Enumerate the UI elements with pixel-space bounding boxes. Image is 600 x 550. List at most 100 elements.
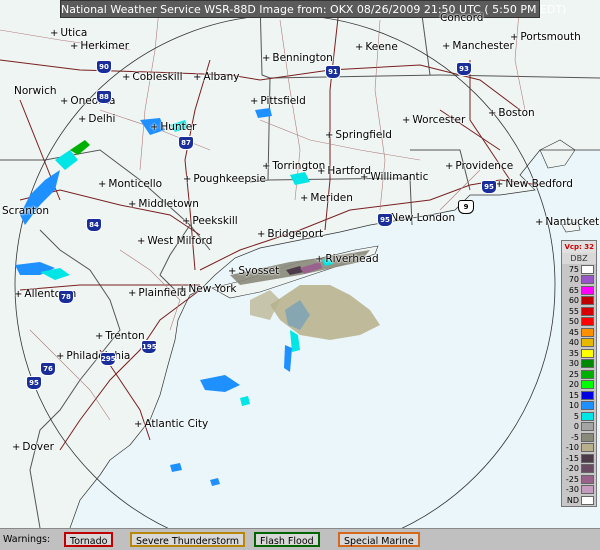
city-marker-icon: +	[360, 172, 369, 183]
city-label: + Peekskill	[182, 215, 238, 227]
legend-row: 25	[562, 369, 596, 380]
city-marker-icon: +	[510, 32, 519, 43]
legend-swatch	[581, 464, 594, 474]
city-marker-icon: +	[355, 42, 364, 53]
city-label: + Portsmouth	[510, 31, 581, 43]
legend-row: 55	[562, 306, 596, 317]
city-label: + Worcester	[402, 114, 466, 126]
city-label: + Trenton	[95, 330, 145, 342]
dbz-legend: Vcp: 32 DBZ 75 70 65 60 55 50 45 40 35 3…	[561, 240, 597, 507]
city-marker-icon: +	[122, 72, 131, 83]
legend-row: 45	[562, 327, 596, 338]
city-label: + Boston	[488, 107, 535, 119]
legend-swatch	[581, 443, 594, 453]
legend-row: 65	[562, 285, 596, 296]
legend-swatch	[581, 485, 594, 495]
city-marker-icon: +	[182, 216, 191, 227]
interstate-shield-icon: 87	[178, 136, 194, 150]
legend-swatch	[581, 422, 594, 432]
legend-swatch	[581, 285, 594, 295]
legend-swatch	[581, 317, 594, 327]
legend-swatch	[581, 359, 594, 369]
city-label: + Delhi	[78, 113, 116, 125]
city-label: + Nantucket	[535, 216, 600, 228]
warnings-bar: Warnings: Tornado Severe Thunderstorm Fl…	[0, 528, 600, 550]
city-label: Norwich	[14, 85, 57, 97]
city-label: + New Bedford	[495, 178, 573, 190]
city-marker-icon: +	[95, 331, 104, 342]
legend-swatch	[581, 306, 594, 316]
legend-swatch	[581, 348, 594, 358]
legend-row: 40	[562, 338, 596, 349]
legend-row: 35	[562, 348, 596, 359]
interstate-shield-icon: 93	[456, 62, 472, 76]
interstate-shield-icon: 78	[58, 290, 74, 304]
city-marker-icon: +	[325, 130, 334, 141]
legend-swatch	[581, 401, 594, 411]
city-marker-icon: +	[178, 284, 187, 295]
city-label: + Monticello	[98, 178, 163, 190]
interstate-shield-icon: 95	[377, 213, 393, 227]
city-label: + New York	[178, 283, 237, 295]
legend-swatch	[581, 338, 594, 348]
city-marker-icon: +	[50, 28, 59, 39]
city-label: + Springfield	[325, 129, 392, 141]
dbz-unit-label: DBZ	[562, 253, 596, 264]
legend-swatch	[581, 264, 594, 274]
interstate-shield-icon: 91	[325, 65, 341, 79]
warning-flash-flood: Flash Flood	[254, 532, 320, 547]
city-label: + Herkimer	[70, 40, 130, 52]
legend-swatch	[581, 380, 594, 390]
basemap	[0, 0, 600, 550]
warning-severe-thunderstorm: Severe Thunderstorm	[130, 532, 246, 547]
legend-swatch	[581, 327, 594, 337]
city-marker-icon: +	[257, 229, 266, 240]
legend-row: 15	[562, 390, 596, 401]
legend-swatch	[581, 495, 594, 505]
city-label: + Utica	[50, 27, 88, 39]
legend-swatch	[581, 390, 594, 400]
interstate-shield-icon: 95	[481, 180, 497, 194]
city-label: + Riverhead	[315, 253, 379, 265]
city-label: + Meriden	[300, 192, 353, 204]
legend-swatch	[581, 474, 594, 484]
legend-row: -10	[562, 443, 596, 454]
city-label: + Syosset	[228, 265, 280, 277]
city-marker-icon: +	[98, 179, 107, 190]
city-marker-icon: +	[262, 53, 271, 64]
legend-swatch	[581, 296, 594, 306]
city-label: + West Milford	[137, 235, 213, 247]
city-label: + Bridgeport	[257, 228, 324, 240]
legend-row: 0	[562, 422, 596, 433]
city-marker-icon: +	[535, 217, 544, 228]
legend-swatch	[581, 432, 594, 442]
interstate-shield-icon: 95	[26, 376, 42, 390]
legend-row: -25	[562, 474, 596, 485]
vcp-label: Vcp: 32	[562, 241, 596, 253]
city-marker-icon: +	[183, 174, 192, 185]
city-marker-icon: +	[442, 41, 451, 52]
legend-row: -30	[562, 485, 596, 496]
city-marker-icon: +	[488, 108, 497, 119]
city-label: Scranton	[2, 205, 50, 217]
city-label: + Providence	[445, 160, 514, 172]
interstate-shield-icon: 90	[96, 60, 112, 74]
city-marker-icon: +	[150, 122, 159, 133]
city-label: + Dover	[12, 441, 54, 453]
city-label: + Torrington	[262, 160, 326, 172]
city-marker-icon: +	[300, 193, 309, 204]
city-marker-icon: +	[193, 72, 202, 83]
city-marker-icon: +	[262, 161, 271, 172]
city-marker-icon: +	[56, 351, 65, 362]
city-label: Concord	[440, 12, 484, 24]
legend-row: 30	[562, 359, 596, 370]
legend-row: 20	[562, 380, 596, 391]
city-label: + Pittsfield	[250, 95, 306, 107]
legend-row: -15	[562, 453, 596, 464]
legend-row: 50	[562, 317, 596, 328]
city-label: + Middletown	[128, 198, 199, 210]
city-marker-icon: +	[78, 114, 87, 125]
interstate-shield-icon: 295	[100, 352, 116, 366]
city-marker-icon: +	[137, 236, 146, 247]
interstate-shield-icon: 195	[141, 340, 157, 354]
